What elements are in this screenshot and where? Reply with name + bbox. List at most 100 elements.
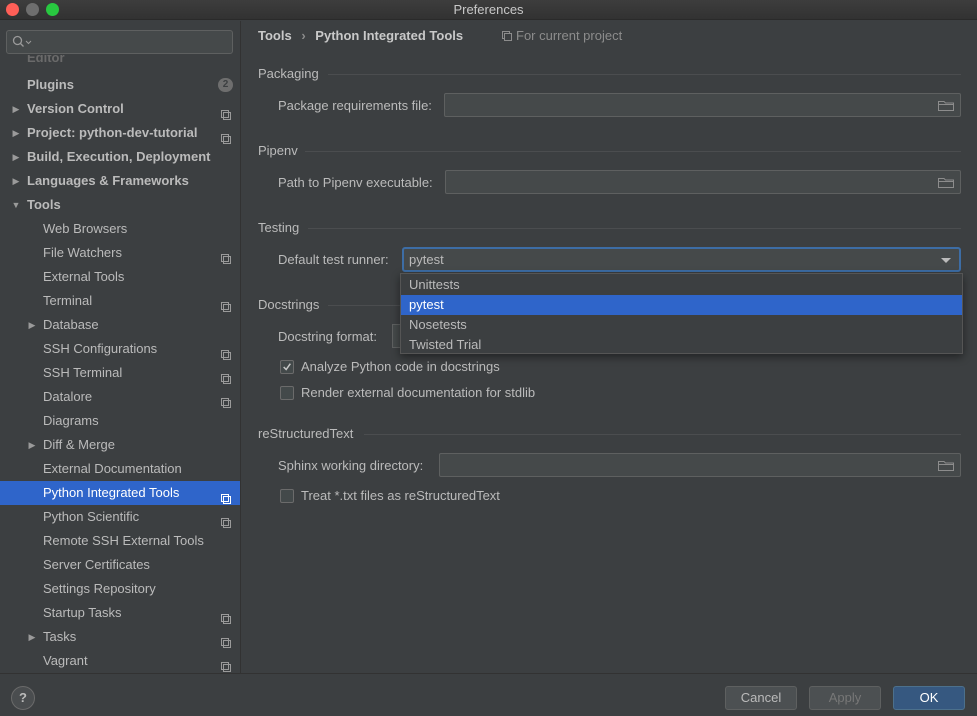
test-runner-value: pytest xyxy=(409,252,444,267)
search-icon xyxy=(12,35,32,47)
sidebar-item-label: Python Integrated Tools xyxy=(43,485,180,500)
pipenv-section-title: Pipenv xyxy=(258,143,298,158)
analyze-docstrings-checkbox[interactable] xyxy=(280,360,294,374)
collapsed-arrow-icon[interactable]: ▶ xyxy=(10,169,22,193)
sidebar-item-label: Plugins xyxy=(27,77,74,92)
folder-icon[interactable] xyxy=(938,460,954,471)
collapsed-arrow-icon[interactable]: ▶ xyxy=(10,145,22,169)
folder-icon[interactable] xyxy=(938,177,954,188)
sidebar-item-label: Server Certificates xyxy=(43,557,150,572)
sidebar-item[interactable]: External Tools xyxy=(0,265,240,289)
title-bar: Preferences xyxy=(0,0,977,20)
sidebar-item[interactable]: ▶ Tasks xyxy=(0,625,240,649)
sidebar-item-editor-cut[interactable]: Editor xyxy=(27,55,65,65)
collapsed-arrow-icon[interactable]: ▶ xyxy=(10,121,22,145)
project-scope-icon xyxy=(221,248,231,264)
project-scope-icon xyxy=(221,608,231,624)
project-scope-icon xyxy=(221,344,231,360)
render-stdlib-docs-checkbox[interactable] xyxy=(280,386,294,400)
sidebar-item[interactable]: ▼ Tools xyxy=(0,193,240,217)
sidebar-item-label: Project: python-dev-tutorial xyxy=(27,125,198,140)
test-runner-option[interactable]: Unittests xyxy=(401,275,962,295)
project-scope-icon xyxy=(221,392,231,408)
collapsed-arrow-icon[interactable]: ▶ xyxy=(26,433,38,457)
breadcrumb-parent: Tools xyxy=(258,28,292,43)
sidebar-item-label: Diagrams xyxy=(43,413,99,428)
sidebar-item[interactable]: SSH Terminal xyxy=(0,361,240,385)
sidebar-item-label: Web Browsers xyxy=(43,221,128,236)
restructuredtext-section-title: reStructuredText xyxy=(258,426,354,441)
sidebar-item[interactable]: ▶ Build, Execution, Deployment xyxy=(0,145,240,169)
sphinx-working-dir-label: Sphinx working directory: xyxy=(278,458,424,473)
sidebar-item[interactable]: ▶ Project: python-dev-tutorial xyxy=(0,121,240,145)
scope-note: For current project xyxy=(502,28,622,43)
settings-search-input[interactable] xyxy=(6,30,233,54)
sidebar-item[interactable]: Server Certificates xyxy=(0,553,240,577)
sidebar-item[interactable]: Diagrams xyxy=(0,409,240,433)
sidebar-item-label: External Tools xyxy=(43,269,125,284)
plugins-update-badge: 2 xyxy=(218,78,233,92)
test-runner-option[interactable]: Nosetests xyxy=(401,315,962,335)
sidebar-item[interactable]: Remote SSH External Tools xyxy=(0,529,240,553)
breadcrumb-separator: › xyxy=(301,28,306,43)
settings-panel: Tools › Python Integrated Tools For curr… xyxy=(242,21,977,673)
sidebar-item[interactable]: ▶ Languages & Frameworks xyxy=(0,169,240,193)
test-runner-option[interactable]: Twisted Trial xyxy=(401,335,962,355)
sidebar-item-label: Diff & Merge xyxy=(43,437,116,452)
sidebar-item-label: Remote SSH External Tools xyxy=(43,533,204,548)
breadcrumb-current: Python Integrated Tools xyxy=(315,28,464,43)
settings-sidebar: Editor Plugins 2 ▶ Version Control ▶ Projec… xyxy=(0,21,241,673)
sidebar-item[interactable]: ▶ Database xyxy=(0,313,240,337)
sidebar-item[interactable]: Web Browsers xyxy=(0,217,240,241)
sidebar-item-label: Tasks xyxy=(43,629,77,644)
pipenv-path-field[interactable] xyxy=(445,170,961,194)
project-scope-icon xyxy=(221,296,231,312)
expanded-arrow-icon[interactable]: ▼ xyxy=(10,193,22,217)
treat-txt-as-rst-checkbox[interactable] xyxy=(280,489,294,503)
project-scope-icon xyxy=(221,368,231,384)
default-test-runner-select[interactable]: pytest xyxy=(402,247,961,272)
collapsed-arrow-icon[interactable]: ▶ xyxy=(10,97,22,121)
help-button[interactable]: ? xyxy=(11,686,35,710)
scope-note-text: For current project xyxy=(516,28,623,43)
sidebar-item-label: External Documentation xyxy=(43,461,182,476)
analyze-docstrings-label: Analyze Python code in docstrings xyxy=(301,359,500,374)
packaging-section-title: Packaging xyxy=(258,66,319,81)
sidebar-item-label: Version Control xyxy=(27,101,124,116)
sidebar-item[interactable]: Python Integrated Tools xyxy=(0,481,240,505)
sidebar-item-label: Settings Repository xyxy=(43,581,156,596)
sidebar-item[interactable]: ▶ Diff & Merge xyxy=(0,433,240,457)
render-stdlib-docs-label: Render external documentation for stdlib xyxy=(301,385,536,400)
sidebar-item-plugins[interactable]: Plugins 2 xyxy=(0,73,240,97)
ok-button[interactable]: OK xyxy=(893,686,965,710)
treat-txt-as-rst-label: Treat *.txt files as reStructuredText xyxy=(301,488,500,503)
sidebar-item-label: Terminal xyxy=(43,293,93,308)
apply-button[interactable]: Apply xyxy=(809,686,881,710)
sidebar-item[interactable]: Vagrant xyxy=(0,649,240,673)
project-scope-icon xyxy=(221,632,231,648)
pipenv-path-label: Path to Pipenv executable: xyxy=(278,175,433,190)
sidebar-item[interactable]: Python Scientific xyxy=(0,505,240,529)
project-scope-icon xyxy=(502,31,512,41)
sidebar-item-label: File Watchers xyxy=(43,245,122,260)
test-runner-option[interactable]: pytest xyxy=(401,295,962,315)
sphinx-working-dir-field[interactable] xyxy=(439,453,961,477)
sidebar-item[interactable]: File Watchers xyxy=(0,241,240,265)
docstrings-section-title: Docstrings xyxy=(258,297,320,312)
sidebar-item[interactable]: External Documentation xyxy=(0,457,240,481)
collapsed-arrow-icon[interactable]: ▶ xyxy=(26,625,38,649)
collapsed-arrow-icon[interactable]: ▶ xyxy=(26,313,38,337)
sidebar-item-label: Startup Tasks xyxy=(43,605,122,620)
cancel-button[interactable]: Cancel xyxy=(725,686,797,710)
package-requirements-field[interactable] xyxy=(444,93,961,117)
sidebar-item[interactable]: ▶ Version Control xyxy=(0,97,240,121)
sidebar-item[interactable]: Settings Repository xyxy=(0,577,240,601)
folder-icon[interactable] xyxy=(938,100,954,111)
breadcrumb: Tools › Python Integrated Tools xyxy=(258,28,469,43)
sidebar-item[interactable]: Terminal xyxy=(0,289,240,313)
sidebar-item[interactable]: Startup Tasks xyxy=(0,601,240,625)
sidebar-item-label: SSH Configurations xyxy=(43,341,158,356)
sidebar-item[interactable]: SSH Configurations xyxy=(0,337,240,361)
package-requirements-label: Package requirements file: xyxy=(278,98,432,113)
sidebar-item[interactable]: Datalore xyxy=(0,385,240,409)
